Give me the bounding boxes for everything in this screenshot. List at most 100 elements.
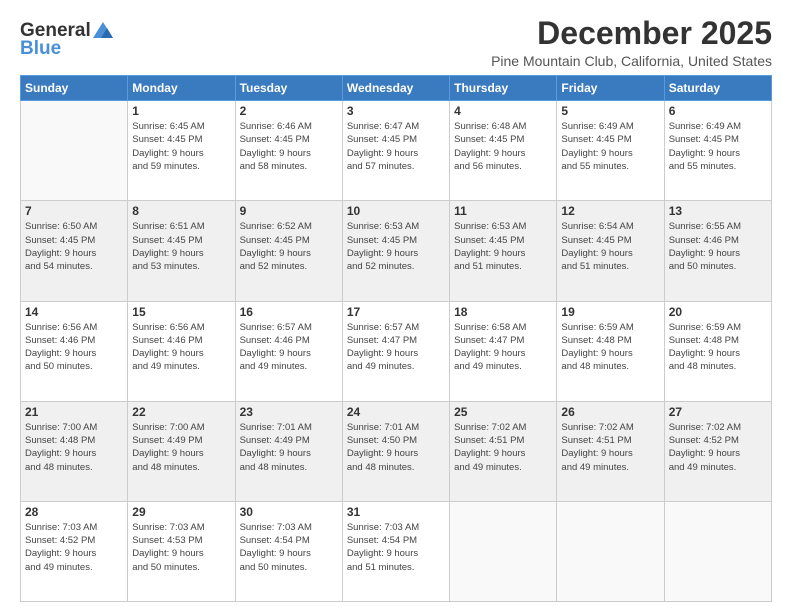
calendar-cell: 26 Sunrise: 7:02 AM Sunset: 4:51 PM Dayli… <box>557 401 664 501</box>
day-number: 4 <box>454 104 552 118</box>
day-info: Sunrise: 6:47 AM Sunset: 4:45 PM Dayligh… <box>347 120 445 173</box>
day-number: 15 <box>132 305 230 319</box>
calendar-week-row: 21 Sunrise: 7:00 AM Sunset: 4:48 PM Dayli… <box>21 401 772 501</box>
calendar-cell: 8Sunrise: 6:51 AM Sunset: 4:45 PM Daylig… <box>128 201 235 301</box>
logo: General Blue <box>20 20 113 60</box>
day-info: Sunrise: 7:01 AM Sunset: 4:49 PM Dayligh… <box>240 421 338 474</box>
day-info: Sunrise: 6:49 AM Sunset: 4:45 PM Dayligh… <box>669 120 767 173</box>
day-number: 8 <box>132 204 230 218</box>
day-info: Sunrise: 6:45 AM Sunset: 4:45 PM Dayligh… <box>132 120 230 173</box>
day-number: 18 <box>454 305 552 319</box>
calendar-cell: 29 Sunrise: 7:03 AM Sunset: 4:53 PM Dayli… <box>128 501 235 601</box>
calendar-cell: 15 Sunrise: 6:56 AM Sunset: 4:46 PM Dayli… <box>128 301 235 401</box>
day-number: 7 <box>25 204 123 218</box>
calendar-cell: 21 Sunrise: 7:00 AM Sunset: 4:48 PM Dayli… <box>21 401 128 501</box>
title-block: December 2025 Pine Mountain Club, Califo… <box>491 16 772 69</box>
day-number: 11 <box>454 204 552 218</box>
day-info: Sunrise: 7:03 AM Sunset: 4:54 PM Dayligh… <box>347 521 445 574</box>
day-number: 24 <box>347 405 445 419</box>
calendar-cell: 22 Sunrise: 7:00 AM Sunset: 4:49 PM Dayli… <box>128 401 235 501</box>
day-number: 5 <box>561 104 659 118</box>
day-info: Sunrise: 6:57 AM Sunset: 4:47 PM Dayligh… <box>347 321 445 374</box>
calendar-cell: 19Sunrise: 6:59 AM Sunset: 4:48 PM Dayli… <box>557 301 664 401</box>
day-info: Sunrise: 7:03 AM Sunset: 4:52 PM Dayligh… <box>25 521 123 574</box>
day-info: Sunrise: 6:56 AM Sunset: 4:46 PM Dayligh… <box>25 321 123 374</box>
calendar-day-header: Saturday <box>664 76 771 101</box>
calendar-cell: 2 Sunrise: 6:46 AM Sunset: 4:45 PM Daylig… <box>235 101 342 201</box>
day-info: Sunrise: 7:02 AM Sunset: 4:52 PM Dayligh… <box>669 421 767 474</box>
day-number: 27 <box>669 405 767 419</box>
header: General Blue December 2025 Pine Mountain… <box>20 16 772 69</box>
day-number: 13 <box>669 204 767 218</box>
day-info: Sunrise: 6:56 AM Sunset: 4:46 PM Dayligh… <box>132 321 230 374</box>
calendar-cell: 30 Sunrise: 7:03 AM Sunset: 4:54 PM Dayli… <box>235 501 342 601</box>
day-number: 30 <box>240 505 338 519</box>
day-info: Sunrise: 7:02 AM Sunset: 4:51 PM Dayligh… <box>561 421 659 474</box>
day-number: 3 <box>347 104 445 118</box>
calendar-cell: 1Sunrise: 6:45 AM Sunset: 4:45 PM Daylig… <box>128 101 235 201</box>
day-info: Sunrise: 6:59 AM Sunset: 4:48 PM Dayligh… <box>561 321 659 374</box>
day-info: Sunrise: 6:59 AM Sunset: 4:48 PM Dayligh… <box>669 321 767 374</box>
calendar-cell: 12Sunrise: 6:54 AM Sunset: 4:45 PM Dayli… <box>557 201 664 301</box>
calendar-cell: 5Sunrise: 6:49 AM Sunset: 4:45 PM Daylig… <box>557 101 664 201</box>
calendar-cell: 18 Sunrise: 6:58 AM Sunset: 4:47 PM Dayli… <box>450 301 557 401</box>
day-info: Sunrise: 7:03 AM Sunset: 4:54 PM Dayligh… <box>240 521 338 574</box>
day-number: 21 <box>25 405 123 419</box>
calendar-day-header: Monday <box>128 76 235 101</box>
calendar-cell: 27 Sunrise: 7:02 AM Sunset: 4:52 PM Dayli… <box>664 401 771 501</box>
day-info: Sunrise: 7:00 AM Sunset: 4:49 PM Dayligh… <box>132 421 230 474</box>
calendar-week-row: 28 Sunrise: 7:03 AM Sunset: 4:52 PM Dayli… <box>21 501 772 601</box>
logo-icon <box>93 22 113 38</box>
day-info: Sunrise: 6:46 AM Sunset: 4:45 PM Dayligh… <box>240 120 338 173</box>
day-number: 28 <box>25 505 123 519</box>
calendar-cell: 20Sunrise: 6:59 AM Sunset: 4:48 PM Dayli… <box>664 301 771 401</box>
day-number: 22 <box>132 405 230 419</box>
day-info: Sunrise: 7:02 AM Sunset: 4:51 PM Dayligh… <box>454 421 552 474</box>
calendar-cell: 24 Sunrise: 7:01 AM Sunset: 4:50 PM Dayli… <box>342 401 449 501</box>
day-info: Sunrise: 7:03 AM Sunset: 4:53 PM Dayligh… <box>132 521 230 574</box>
day-number: 23 <box>240 405 338 419</box>
page: General Blue December 2025 Pine Mountain… <box>0 0 792 612</box>
calendar-week-row: 14 Sunrise: 6:56 AM Sunset: 4:46 PM Dayli… <box>21 301 772 401</box>
calendar-cell: 25 Sunrise: 7:02 AM Sunset: 4:51 PM Dayli… <box>450 401 557 501</box>
calendar-cell: 13 Sunrise: 6:55 AM Sunset: 4:46 PM Dayli… <box>664 201 771 301</box>
day-number: 26 <box>561 405 659 419</box>
calendar-cell: 17Sunrise: 6:57 AM Sunset: 4:47 PM Dayli… <box>342 301 449 401</box>
day-number: 6 <box>669 104 767 118</box>
main-title: December 2025 <box>491 16 772 51</box>
day-info: Sunrise: 6:57 AM Sunset: 4:46 PM Dayligh… <box>240 321 338 374</box>
logo-blue: Blue <box>20 38 61 60</box>
calendar-cell: 10Sunrise: 6:53 AM Sunset: 4:45 PM Dayli… <box>342 201 449 301</box>
day-info: Sunrise: 7:00 AM Sunset: 4:48 PM Dayligh… <box>25 421 123 474</box>
day-info: Sunrise: 7:01 AM Sunset: 4:50 PM Dayligh… <box>347 421 445 474</box>
calendar-cell: 3 Sunrise: 6:47 AM Sunset: 4:45 PM Daylig… <box>342 101 449 201</box>
calendar-cell: 31 Sunrise: 7:03 AM Sunset: 4:54 PM Dayli… <box>342 501 449 601</box>
calendar-cell <box>21 101 128 201</box>
calendar-cell: 28 Sunrise: 7:03 AM Sunset: 4:52 PM Dayli… <box>21 501 128 601</box>
calendar-table: SundayMondayTuesdayWednesdayThursdayFrid… <box>20 75 772 602</box>
calendar-cell: 4 Sunrise: 6:48 AM Sunset: 4:45 PM Daylig… <box>450 101 557 201</box>
day-number: 29 <box>132 505 230 519</box>
calendar-week-row: 7 Sunrise: 6:50 AM Sunset: 4:45 PM Daylig… <box>21 201 772 301</box>
day-info: Sunrise: 6:58 AM Sunset: 4:47 PM Dayligh… <box>454 321 552 374</box>
day-info: Sunrise: 6:48 AM Sunset: 4:45 PM Dayligh… <box>454 120 552 173</box>
calendar-day-header: Wednesday <box>342 76 449 101</box>
day-number: 25 <box>454 405 552 419</box>
calendar-cell <box>557 501 664 601</box>
day-info: Sunrise: 6:52 AM Sunset: 4:45 PM Dayligh… <box>240 220 338 273</box>
calendar-day-header: Tuesday <box>235 76 342 101</box>
subtitle: Pine Mountain Club, California, United S… <box>491 53 772 69</box>
calendar-header-row: SundayMondayTuesdayWednesdayThursdayFrid… <box>21 76 772 101</box>
day-number: 9 <box>240 204 338 218</box>
day-number: 2 <box>240 104 338 118</box>
calendar-week-row: 1Sunrise: 6:45 AM Sunset: 4:45 PM Daylig… <box>21 101 772 201</box>
day-number: 14 <box>25 305 123 319</box>
day-info: Sunrise: 6:55 AM Sunset: 4:46 PM Dayligh… <box>669 220 767 273</box>
calendar-day-header: Friday <box>557 76 664 101</box>
calendar-day-header: Thursday <box>450 76 557 101</box>
day-number: 31 <box>347 505 445 519</box>
calendar-cell: 14 Sunrise: 6:56 AM Sunset: 4:46 PM Dayli… <box>21 301 128 401</box>
day-info: Sunrise: 6:53 AM Sunset: 4:45 PM Dayligh… <box>347 220 445 273</box>
calendar-cell: 23 Sunrise: 7:01 AM Sunset: 4:49 PM Dayli… <box>235 401 342 501</box>
day-info: Sunrise: 6:50 AM Sunset: 4:45 PM Dayligh… <box>25 220 123 273</box>
